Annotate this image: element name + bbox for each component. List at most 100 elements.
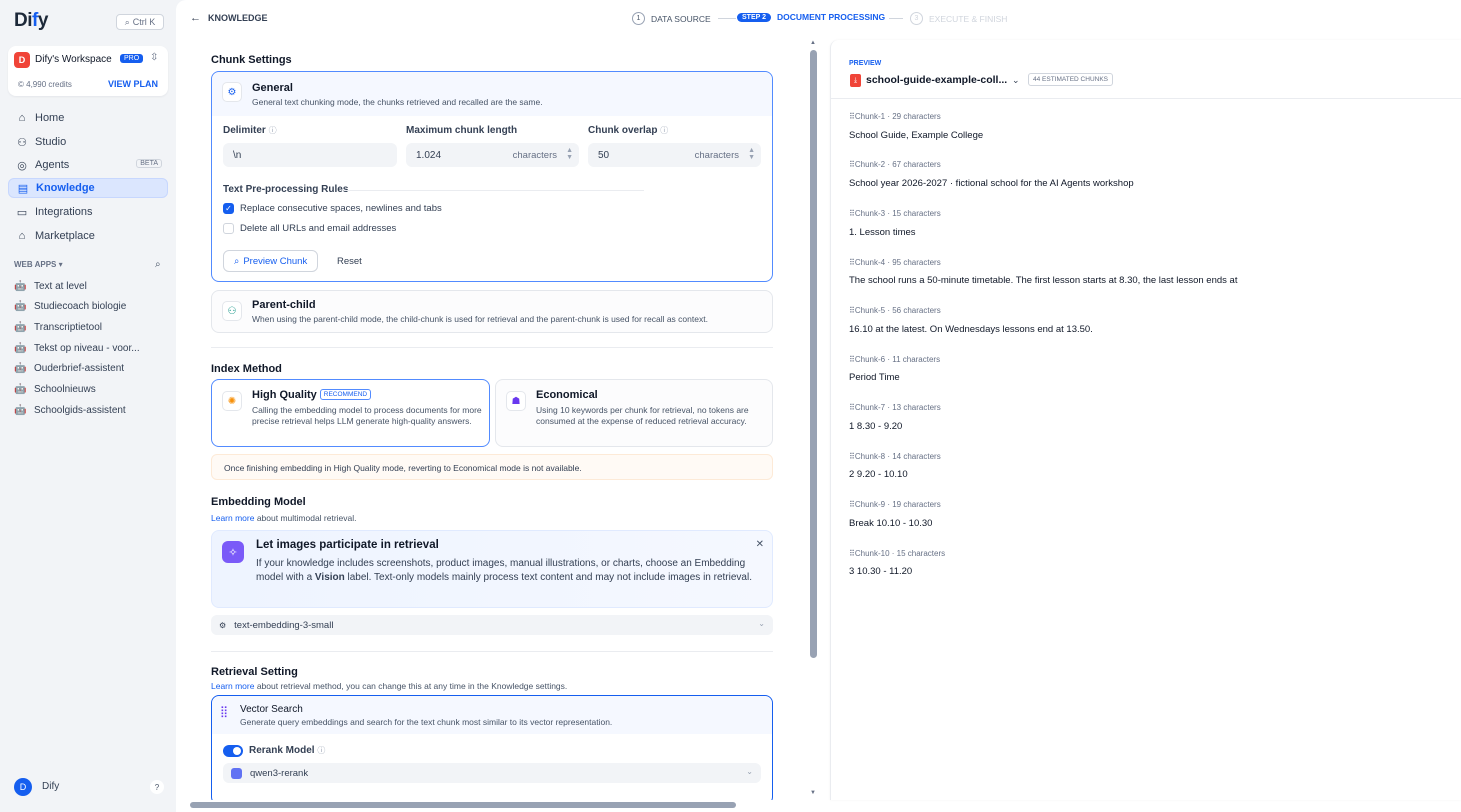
rule2-label: Delete all URLs and email addresses	[240, 223, 397, 234]
chunk-settings-title: Chunk Settings	[211, 54, 292, 66]
workspace-switcher[interactable]: D Dify's Workspace PRO ⇳ © 4,990 credits…	[8, 46, 168, 96]
chunk-text: The school runs a 50-minute timetable. T…	[849, 275, 1238, 286]
marketplace-icon: ⌂	[18, 230, 26, 242]
credits-label: © 4,990 credits	[18, 80, 72, 89]
delete-urls-checkbox[interactable]	[223, 223, 234, 234]
nav-agents[interactable]: ◎ Agents BETA	[8, 155, 168, 175]
user-name[interactable]: Dify	[42, 781, 59, 792]
overlap-label: Chunk overlap ⓘ	[588, 125, 669, 136]
learn-more-link[interactable]: Learn more	[211, 681, 254, 691]
step-divider	[889, 18, 903, 19]
general-mode-card[interactable]: ⚙ General General text chunking mode, th…	[211, 71, 773, 282]
robot-icon: 🤖	[14, 300, 27, 312]
close-icon[interactable]: ✕	[756, 539, 764, 550]
chunk-meta: ⠿Chunk-7 · 13 characters	[849, 403, 941, 412]
robot-icon: 🤖	[14, 404, 27, 416]
step-data-source[interactable]: 1 DATA SOURCE	[632, 12, 711, 25]
high-quality-title: High Quality RECOMMEND	[252, 389, 372, 401]
step-divider	[718, 18, 736, 19]
vertical-scrollbar[interactable]: ▲ ▼	[810, 40, 817, 800]
chunk-meta: ⠿Chunk-3 · 15 characters	[849, 209, 941, 218]
high-quality-card[interactable]: ✺ High Quality RECOMMEND Calling the embe…	[211, 379, 490, 447]
gear-icon: ⚙	[222, 82, 242, 102]
info-icon: ⓘ	[268, 126, 277, 135]
nav-home[interactable]: ⌂ Home	[8, 108, 168, 128]
nav-marketplace[interactable]: ⌂ Marketplace	[8, 226, 168, 246]
web-app-item[interactable]: 🤖 Studiecoach biologie	[14, 298, 126, 314]
chunk-text: 1. Lesson times	[849, 227, 916, 238]
model-icon: ⚙	[219, 620, 227, 630]
nav-studio[interactable]: ⚇ Studio	[8, 132, 168, 152]
reset-button[interactable]: Reset	[327, 250, 372, 272]
step-document-processing: STEP 2 DOCUMENT PROCESSING	[737, 12, 885, 22]
delimiter-input[interactable]: \n	[223, 143, 397, 167]
preview-chunk-button[interactable]: ⌕ Preview Chunk	[223, 250, 319, 272]
retrieval-setting-title: Retrieval Setting	[211, 666, 298, 678]
vector-title: Vector Search	[240, 704, 303, 715]
parent-child-desc: When using the parent-child mode, the ch…	[252, 314, 708, 324]
embedding-model-select[interactable]: ⚙ text-embedding-3-small ⌄	[211, 615, 773, 635]
chevron-down-icon: ⌄	[758, 619, 765, 628]
web-app-item[interactable]: 🤖 Schoolnieuws	[14, 381, 96, 397]
web-app-item[interactable]: 🤖 Tekst op niveau - voor...	[14, 340, 140, 356]
overlap-input[interactable]: 50 characters ▲ ▼	[588, 143, 761, 167]
info-icon: ⓘ	[660, 126, 669, 135]
estimated-chunks-badge: 44 ESTIMATED CHUNKS	[1028, 73, 1114, 86]
scrollbar-thumb[interactable]	[810, 50, 817, 658]
chunk-meta: ⠿Chunk-6 · 11 characters	[849, 355, 941, 364]
integrations-icon: ▭	[16, 206, 28, 219]
avatar[interactable]: D	[14, 778, 32, 796]
embedding-desc: Learn more about multimodal retrieval.	[211, 513, 357, 523]
pdf-icon: ⤓	[850, 74, 861, 87]
chunk-text: School year 2026-2027 · fictional school…	[849, 178, 1134, 189]
search-icon: ⌕	[124, 16, 130, 27]
stepper-icon[interactable]: ▲ ▼	[566, 147, 573, 161]
web-app-item[interactable]: 🤖 Schoolgids-assistent	[14, 402, 126, 418]
warning-banner: Once finishing embedding in High Quality…	[211, 454, 773, 480]
back-arrow-icon[interactable]: ←	[190, 12, 201, 24]
chunk-meta: ⠿Chunk-2 · 67 characters	[849, 160, 941, 169]
web-app-item[interactable]: 🤖 Text at level	[14, 278, 87, 294]
chunk-text: 2 9.20 - 10.10	[849, 469, 908, 480]
chevron-down-icon[interactable]: ⌄	[1012, 75, 1020, 86]
view-plan-link[interactable]: VIEW PLAN	[108, 79, 158, 89]
web-apps-header[interactable]: WEB APPS ▾	[14, 260, 63, 269]
max-length-input[interactable]: 1.024 characters ▲ ▼	[406, 143, 579, 167]
file-selector[interactable]: school-guide-example-coll...	[866, 74, 1007, 86]
rerank-toggle[interactable]	[223, 745, 243, 757]
breadcrumb[interactable]: KNOWLEDGE	[208, 13, 268, 23]
vector-search-card[interactable]: ⣿ Vector Search Generate query embedding…	[211, 695, 773, 800]
main-panel: ← KNOWLEDGE 1 DATA SOURCE STEP 2 DOCUMENT …	[176, 0, 1461, 812]
divider	[344, 190, 644, 191]
rules-title: Text Pre-processing Rules	[223, 184, 349, 195]
search-icon[interactable]: ⌕	[155, 259, 161, 270]
nav-knowledge[interactable]: ▤ Knowledge	[8, 178, 168, 198]
beta-badge: BETA	[136, 159, 162, 168]
rerank-model-select[interactable]: qwen3-rerank ⌄	[223, 763, 761, 783]
economical-card[interactable]: ☗ Economical Using 10 keywords per chunk…	[495, 379, 773, 447]
economical-icon: ☗	[506, 391, 526, 411]
chunk-text: 1 8.30 - 9.20	[849, 421, 903, 432]
robot-icon: 🤖	[14, 383, 27, 395]
scrollbar-thumb[interactable]	[190, 802, 736, 808]
nav-integrations[interactable]: ▭ Integrations	[8, 202, 168, 222]
info-icon: ⓘ	[317, 746, 326, 755]
rule1-label: Replace consecutive spaces, newlines and…	[240, 203, 442, 214]
index-method-title: Index Method	[211, 363, 282, 375]
stepper-icon[interactable]: ▲ ▼	[748, 147, 755, 161]
parent-child-mode-card[interactable]: ⚇ Parent-child When using the parent-chi…	[211, 290, 773, 333]
agents-icon: ◎	[17, 159, 27, 172]
search-button[interactable]: ⌕ Ctrl K	[116, 14, 164, 30]
dify-logo[interactable]: Dify	[14, 10, 48, 32]
economical-desc: Using 10 keywords per chunk for retrieva…	[536, 405, 749, 426]
web-app-item[interactable]: 🤖 Ouderbrief-assistent	[14, 360, 124, 376]
chunk-meta: ⠿Chunk-8 · 14 characters	[849, 452, 941, 461]
replace-spaces-checkbox[interactable]: ✓	[223, 203, 234, 214]
learn-more-link[interactable]: Learn more	[211, 513, 254, 523]
horizontal-scrollbar[interactable]	[184, 802, 806, 808]
help-button[interactable]: ?	[150, 780, 164, 794]
vector-desc: Generate query embeddings and search for…	[240, 717, 613, 727]
home-icon: ⌂	[18, 112, 26, 124]
web-app-item[interactable]: 🤖 Transcriptietool	[14, 319, 102, 335]
embedding-model-title: Embedding Model	[211, 496, 306, 508]
